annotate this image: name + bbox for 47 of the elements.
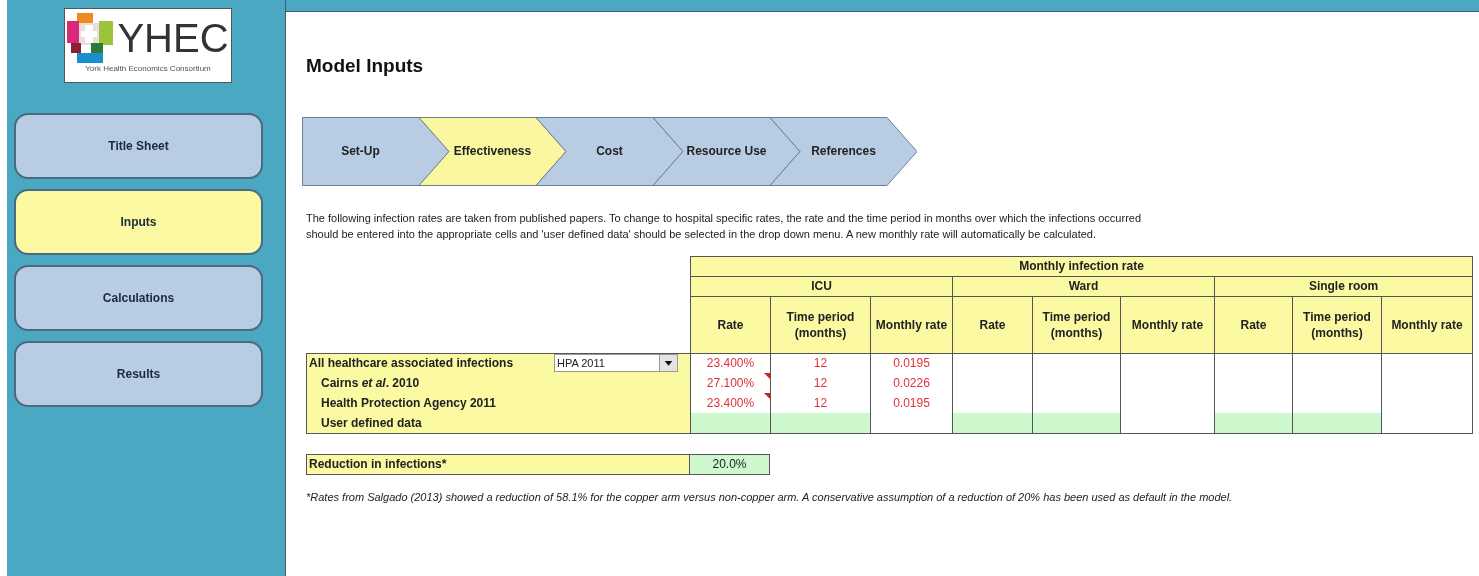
sidebar-item[interactable]: Results xyxy=(14,341,263,407)
column-header: Rate xyxy=(952,296,1033,353)
row-label-text: All healthcare associated infections xyxy=(308,355,514,373)
reduction-value[interactable]: 20.0% xyxy=(690,453,770,475)
sidebar-item[interactable]: Inputs xyxy=(14,189,263,255)
column-header: Time period (months) xyxy=(1292,296,1382,353)
step-tab[interactable]: Set-Up xyxy=(341,142,380,160)
table-cell: 12 xyxy=(770,393,871,413)
sidebar-item[interactable]: Calculations xyxy=(14,265,263,331)
intro-text: The following infection rates are taken from published papers. To change to hospital specific rates, the rate and the time period in months over which the infections occurred xyxy=(306,210,1143,226)
group-header: ICU xyxy=(690,276,953,296)
input-cell[interactable] xyxy=(1214,413,1293,433)
column-header: Monthly rate xyxy=(870,296,953,353)
row-label-text: User defined data xyxy=(320,414,422,432)
column-header: Time period (months) xyxy=(1032,296,1121,353)
step-tab[interactable]: Effectiveness xyxy=(453,142,532,160)
intro-text: should be entered into the appropriate cells and 'user defined data' should be selected in the drop down menu. A new monthly rate will automatically be calculated. xyxy=(306,226,1097,242)
logo-text: YHEC xyxy=(117,18,229,58)
table-cell: 12 xyxy=(770,373,871,393)
logo-icon xyxy=(67,13,114,63)
column-header: Monthly rate xyxy=(1381,296,1473,353)
table-title: Monthly infection rate xyxy=(690,256,1473,276)
column-header: Time period (months) xyxy=(770,296,871,353)
row-label-text: Health Protection Agency 2011 xyxy=(320,395,496,412)
table-cell: 0.0195 xyxy=(870,393,953,413)
dropdown-value: HPA 2011 xyxy=(556,356,605,371)
logo-subtitle: York Health Economics Consortium xyxy=(85,63,211,75)
input-cell[interactable] xyxy=(1292,413,1382,433)
input-cell[interactable] xyxy=(952,413,1033,433)
reduction-label: Reduction in infections* xyxy=(306,453,690,475)
step-tab[interactable]: Cost xyxy=(596,142,623,160)
column-header: Rate xyxy=(690,296,771,353)
sidebar-item[interactable]: Title Sheet xyxy=(14,113,263,179)
input-cell[interactable] xyxy=(770,413,871,433)
footnote: *Rates from Salgado (2013) showed a reduction of 58.1% for the copper arm versus non-copper arm. A conservative assumption of a reduction of 20% has been used as default in the model. xyxy=(306,489,1234,505)
column-header: Rate xyxy=(1214,296,1293,353)
page-title: Model Inputs xyxy=(306,54,425,78)
column-header: Monthly rate xyxy=(1120,296,1215,353)
row-label-text: Cairns et al. 2010 xyxy=(320,375,420,392)
table-cell: 27.100% xyxy=(690,373,771,393)
input-cell[interactable] xyxy=(1032,413,1121,433)
dropdown[interactable]: HPA 2011 xyxy=(554,354,678,373)
input-cell[interactable] xyxy=(690,413,771,433)
step-tab[interactable]: Resource Use xyxy=(686,142,767,160)
step-tab[interactable]: References xyxy=(811,142,876,160)
table-cell: 0.0226 xyxy=(870,373,953,393)
table-cell: 23.400% xyxy=(690,393,771,413)
